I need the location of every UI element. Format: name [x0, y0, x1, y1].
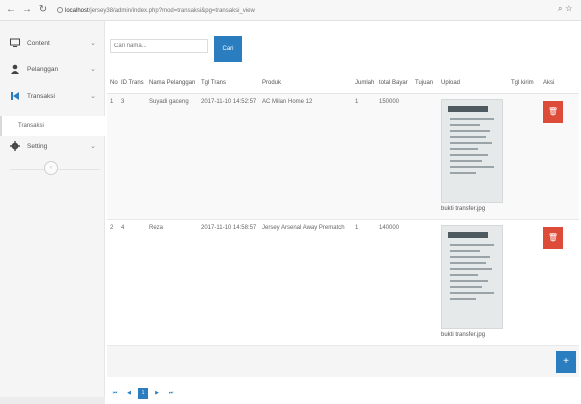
cell-upload: bukti transfer.jpg [438, 93, 508, 220]
pagination: ⏮ ◀ 1 ▶ ⏭ [110, 388, 180, 400]
cell-tgl: 2017-11-10 14:52:57 [198, 93, 259, 220]
cell-tujuan [412, 93, 438, 220]
column-header: Produk [259, 74, 352, 94]
cell-id: 3 [118, 93, 146, 220]
column-header: Nama Pelanggan [146, 74, 198, 94]
gear-icon [10, 141, 20, 151]
sidebar-item-label: Pelanggan [27, 66, 59, 73]
next-page-icon[interactable]: ▶ [152, 388, 162, 399]
cell-upload: bukti transfer.jpg [438, 219, 508, 346]
search-button[interactable]: Cari [214, 36, 242, 62]
sidebar: Content ⌄ Pelanggan ⌄ Transaksi ⌄ Transa… [0, 21, 105, 404]
reload-icon[interactable]: ↻ [37, 4, 49, 16]
delete-button[interactable]: 🗑 [543, 226, 563, 249]
column-header: Tujuan [412, 74, 438, 94]
cell-produk: Jersey Arsenal Away Prematch [259, 219, 352, 346]
add-button[interactable]: + [556, 350, 576, 373]
receipt-image[interactable] [441, 224, 503, 329]
sidebar-item-label: Content [27, 40, 50, 47]
cell-aksi: 🗑 [540, 219, 579, 346]
sidebar-item-setting[interactable]: Setting ⌄ [0, 136, 105, 158]
column-header: Tgl kirim [508, 74, 540, 94]
cell-tgl-kirim [508, 219, 540, 346]
user-icon [11, 64, 19, 74]
sidebar-item-content[interactable]: Content ⌄ [0, 33, 105, 55]
sidebar-subitem-transaksi[interactable]: Transaksi [0, 116, 105, 136]
plus-icon: + [563, 355, 569, 367]
first-page-icon[interactable]: ⏮ [110, 388, 120, 399]
prev-page-icon[interactable]: ◀ [124, 388, 134, 399]
table-footer-row: + [107, 345, 579, 377]
browser-actions[interactable]: ⌕☆ [558, 4, 575, 14]
column-header: No [107, 74, 118, 94]
cell-nama: Reza [146, 219, 198, 346]
upload-filename: bukti transfer.jpg [441, 331, 486, 338]
sidebar-item-label: Setting [27, 143, 48, 150]
sidebar-item-transaksi[interactable]: Transaksi ⌄ [0, 86, 105, 108]
chevron-down-icon: ⌄ [90, 143, 96, 150]
monitor-icon [10, 38, 20, 47]
column-header: total Bayar [376, 74, 412, 94]
cell-nama: Suyadi gaceng [146, 93, 198, 220]
arrow-left-icon[interactable]: ← [5, 4, 17, 16]
cell-total: 150000 [376, 93, 412, 220]
cell-aksi: 🗑 [540, 93, 579, 220]
cell-produk: AC Milan Home 12 [259, 93, 352, 220]
chevron-down-icon: ⌄ [90, 40, 96, 47]
table-header-row: No ID Trans Nama Pelanggan Tgl Trans Pro… [107, 74, 579, 94]
arrow-right-icon[interactable]: → [21, 4, 33, 16]
search-input[interactable] [110, 39, 208, 53]
cell-id: 4 [118, 219, 146, 346]
sidebar-subitem-label: Transaksi [18, 123, 44, 129]
page-number[interactable]: 1 [138, 388, 148, 399]
column-header: Upload [438, 74, 508, 94]
sidebar-footer [0, 397, 105, 404]
column-header: Jumlah [352, 74, 376, 94]
cell-jumlah: 1 [352, 219, 376, 346]
sidebar-item-pelanggan[interactable]: Pelanggan ⌄ [0, 59, 105, 81]
chevron-down-icon: ⌄ [90, 66, 96, 73]
last-page-icon[interactable]: ⏭ [166, 388, 176, 399]
delete-button[interactable]: 🗑 [543, 100, 563, 123]
column-header: Aksi [540, 74, 579, 94]
star-icon: ☆ [565, 4, 575, 13]
upload-filename: bukti transfer.jpg [441, 205, 486, 212]
trash-icon: 🗑 [547, 106, 559, 116]
cell-no: 2 [107, 219, 118, 346]
cell-no: 1 [107, 93, 118, 220]
info-icon [57, 7, 63, 13]
cell-tujuan [412, 219, 438, 346]
skip-back-icon [11, 92, 19, 100]
trash-icon: 🗑 [547, 232, 559, 242]
column-header: ID Trans [118, 74, 146, 94]
cell-tgl: 2017-11-10 14:58:57 [198, 219, 259, 346]
receipt-image[interactable] [441, 98, 503, 203]
table-row: 2 4 Reza 2017-11-10 14:58:57 Jersey Arse… [107, 219, 579, 346]
table-row: 1 3 Suyadi gaceng 2017-11-10 14:52:57 AC… [107, 93, 579, 220]
cell-tgl-kirim [508, 93, 540, 220]
cell-jumlah: 1 [352, 93, 376, 220]
browser-toolbar: ← → ↻ localhost/jersey38/admin/index.php… [0, 0, 581, 21]
transaction-table: No ID Trans Nama Pelanggan Tgl Trans Pro… [107, 74, 579, 377]
chevron-down-icon: ⌄ [90, 93, 96, 100]
address-bar[interactable]: localhost/jersey38/admin/index.php?mod=t… [57, 6, 547, 16]
column-header: Tgl Trans [198, 74, 259, 94]
cell-total: 140000 [376, 219, 412, 346]
sidebar-item-label: Transaksi [27, 93, 55, 100]
collapse-sidebar-icon[interactable]: ‹ [44, 161, 58, 175]
